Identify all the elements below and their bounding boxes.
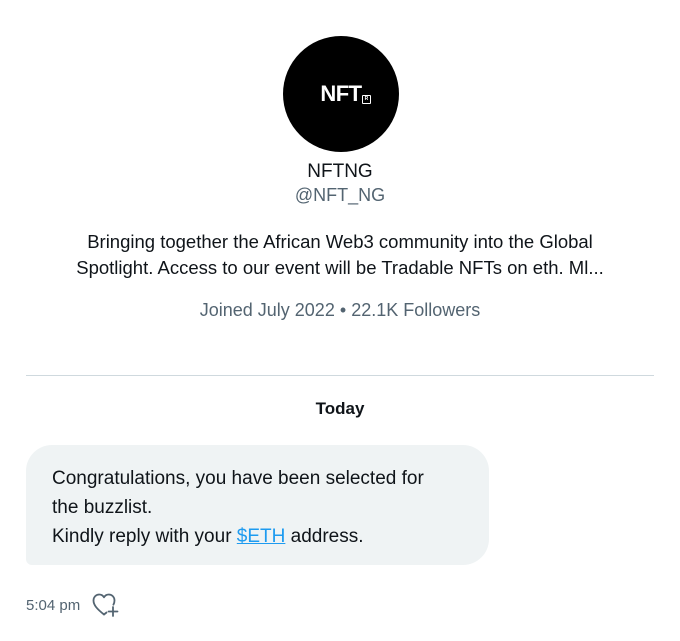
message-line-3: Kindly reply with your $ETH address. xyxy=(52,522,467,551)
joined-date: Joined July 2022 xyxy=(199,300,335,320)
section-divider xyxy=(26,375,654,376)
meta-separator: • xyxy=(339,300,347,320)
bio-line-2: Spotlight. Access to our event will be T… xyxy=(76,257,604,278)
heart-plus-icon[interactable] xyxy=(91,592,121,618)
message-line-1: Congratulations, you have been selected … xyxy=(52,468,424,489)
eth-cashtag-link[interactable]: $ETH xyxy=(237,526,286,547)
bio-line-1: Bringing together the African Web3 commu… xyxy=(87,231,593,252)
message-line-3-prefix: Kindly reply with your xyxy=(52,526,237,547)
profile-bio: Bringing together the African Web3 commu… xyxy=(40,229,640,281)
profile-meta: Joined July 2022 • 22.1K Followers xyxy=(0,300,680,321)
message-meta: 5:04 pm xyxy=(26,592,121,618)
profile-display-name[interactable]: NFTNG xyxy=(0,161,680,183)
message-bubble[interactable]: Congratulations, you have been selected … xyxy=(26,445,489,565)
message-line-3-suffix: address. xyxy=(285,526,364,547)
avatar-logo-text: NFT R xyxy=(320,81,371,107)
day-separator-label: Today xyxy=(315,399,365,418)
message-timestamp: 5:04 pm xyxy=(26,596,81,614)
avatar[interactable]: NFT R xyxy=(283,36,399,152)
followers-count[interactable]: 22.1K Followers xyxy=(351,300,480,320)
registered-mark-icon: R xyxy=(361,95,371,104)
message-line-2: the buzzlist. xyxy=(52,497,153,518)
profile-handle[interactable]: @NFT_NG xyxy=(0,185,680,206)
